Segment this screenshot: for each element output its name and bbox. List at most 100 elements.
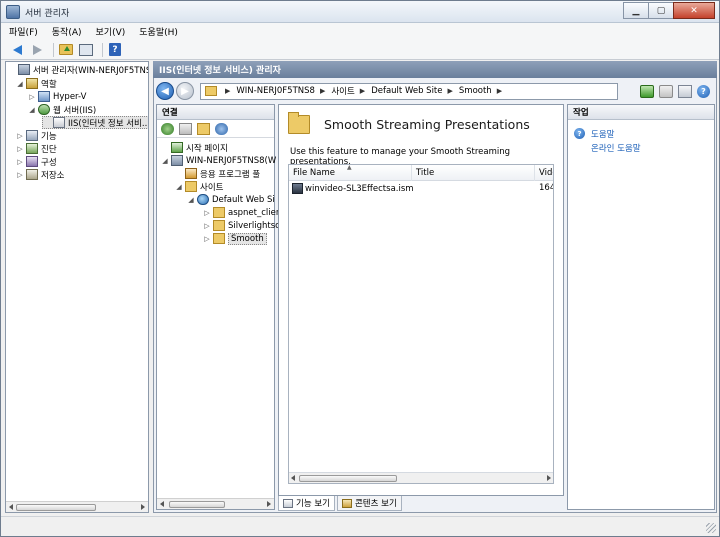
console-tree-icon (79, 43, 93, 56)
iis-manager-frame: ◀ ▶ ▶ WIN-NERJ0F5TNS8 ▶ 사이트 ▶ Default We… (153, 78, 717, 513)
maximize-button[interactable]: ▢ (648, 2, 674, 19)
caption-buttons: ▁ ▢ ✕ (623, 2, 715, 19)
server-manager-window: 서버 관리자 ▁ ▢ ✕ 파일(F) 동작(A) 보기(V) 도움말(H) ? … (0, 0, 720, 537)
conn-item-silverlight[interactable]: ▷ Silverlightsc (203, 219, 280, 232)
tree-item-diagnostics[interactable]: ▷ 진단 (16, 142, 57, 155)
breadcrumb-separator[interactable]: ▶ (320, 87, 325, 95)
column-file-name[interactable]: ▲ File Name (289, 165, 412, 181)
tab-content-view[interactable]: 콘텐츠 보기 (336, 496, 402, 511)
tree-expander[interactable]: ▷ (28, 93, 36, 101)
connect-icon[interactable] (161, 122, 174, 135)
help-button[interactable]: ? (107, 43, 123, 57)
tree-expander[interactable]: ◢ (187, 196, 195, 204)
save-icon[interactable] (179, 122, 192, 135)
features-icon (26, 130, 38, 141)
tree-item-roles[interactable]: ◢ 역할 (16, 77, 57, 90)
forward-button[interactable] (29, 43, 45, 57)
connections-horizontal-scrollbar[interactable] (157, 498, 274, 509)
column-title[interactable]: Title (412, 165, 535, 181)
menu-help[interactable]: 도움말(H) (139, 25, 178, 38)
conn-item-start-page[interactable]: 시작 페이지 (161, 141, 228, 154)
maximize-icon: ▢ (656, 5, 666, 16)
file-name-text: winvideo-SL3Effectsa.ism (305, 183, 414, 194)
conn-item-default-web-site[interactable]: ◢ Default Web Si (187, 193, 275, 206)
folder-up-icon (59, 44, 73, 55)
tree-expander[interactable]: ▷ (203, 209, 211, 217)
presentations-list[interactable]: ▲ File Name Title Vide winvideo-SL3Effec… (288, 164, 554, 484)
tab-features-view[interactable]: 기능 보기 (278, 496, 335, 511)
menu-file[interactable]: 파일(F) (9, 25, 38, 38)
tree-expander[interactable]: ◢ (28, 106, 36, 114)
scroll-thumb[interactable] (16, 504, 96, 511)
close-button[interactable]: ✕ (673, 2, 715, 19)
breadcrumb-separator[interactable]: ▶ (448, 87, 453, 95)
tree-item-configuration[interactable]: ▷ 구성 (16, 155, 57, 168)
tree-item-hyperv[interactable]: ▷ Hyper-V (28, 90, 86, 103)
scroll-right-icon[interactable] (547, 475, 551, 481)
column-video[interactable]: Vide (535, 165, 553, 181)
refresh-icon[interactable] (640, 84, 654, 98)
tree-expander[interactable]: ▷ (203, 222, 211, 230)
iis-forward-button[interactable]: ▶ (176, 82, 194, 100)
table-row[interactable]: winvideo-SL3Effectsa.ism 164 (289, 182, 553, 196)
tree-item-iis-manager[interactable]: IIS(인터넷 정보 서비... (42, 116, 148, 129)
address-bar: ◀ ▶ ▶ WIN-NERJ0F5TNS8 ▶ 사이트 ▶ Default We… (154, 80, 716, 102)
minimize-button[interactable]: ▁ (623, 2, 649, 19)
scroll-right-icon[interactable] (141, 504, 145, 510)
tree-expander[interactable]: ▷ (16, 132, 24, 140)
tree-item-web-server[interactable]: ◢ 웹 서버(IIS) (28, 103, 96, 116)
tree-item-server-manager[interactable]: 서버 관리자(WIN-NERJ0F5TNS8) (8, 63, 148, 76)
tree-expander[interactable]: ◢ (16, 80, 24, 88)
tree-expander[interactable]: ▷ (203, 235, 211, 243)
breadcrumb-separator[interactable]: ▶ (360, 87, 365, 95)
window-title: 서버 관리자 (25, 9, 70, 19)
breadcrumb-separator[interactable]: ▶ (225, 87, 230, 95)
conn-item-server[interactable]: ◢ WIN-NERJ0F5TNS8(W (161, 154, 276, 167)
help-icon[interactable]: ? (697, 84, 710, 98)
scroll-left-icon[interactable] (160, 501, 164, 507)
list-horizontal-scrollbar[interactable] (289, 472, 553, 483)
scroll-right-icon[interactable] (267, 501, 271, 507)
breadcrumb-smooth[interactable]: Smooth (459, 86, 492, 96)
back-button[interactable] (9, 43, 25, 57)
breadcrumb-separator[interactable]: ▶ (497, 87, 502, 95)
breadcrumb-sites[interactable]: 사이트 (331, 85, 354, 97)
iis-back-button[interactable]: ◀ (156, 82, 174, 100)
show-hide-tree-button[interactable] (78, 43, 94, 57)
action-help[interactable]: 도움말 (591, 128, 614, 140)
stop-icon[interactable] (659, 84, 673, 98)
conn-item-smooth[interactable]: ▷ Smooth (203, 232, 267, 245)
up-folder-button[interactable] (58, 43, 74, 57)
folder-icon (213, 220, 225, 231)
conn-item-sites[interactable]: ◢ 사이트 (175, 180, 223, 193)
scroll-left-icon[interactable] (9, 504, 13, 510)
breadcrumb-server[interactable]: WIN-NERJ0F5TNS8 (236, 86, 315, 96)
tree-item-features[interactable]: ▷ 기능 (16, 129, 57, 142)
action-online-help[interactable]: 온라인 도움말 (591, 142, 641, 154)
conn-item-aspnet-client[interactable]: ▷ aspnet_clier (203, 206, 279, 219)
breadcrumb[interactable]: ▶ WIN-NERJ0F5TNS8 ▶ 사이트 ▶ Default Web Si… (200, 82, 618, 100)
tree-expander[interactable]: ▷ (16, 145, 24, 153)
menu-view[interactable]: 보기(V) (96, 25, 126, 38)
home-icon[interactable] (678, 84, 692, 98)
tree-expander[interactable]: ◢ (175, 183, 183, 191)
tree-expander[interactable]: ▷ (16, 158, 24, 166)
view-tabs: 기능 보기 콘텐츠 보기 (278, 496, 404, 512)
conn-item-app-pools[interactable]: 응용 프로그램 풀 (175, 167, 260, 180)
server-manager-tree[interactable]: 서버 관리자(WIN-NERJ0F5TNS8) ◢ 역할 ▷ Hyper-V ◢… (5, 61, 149, 513)
title-bar[interactable]: 서버 관리자 ▁ ▢ ✕ (1, 1, 719, 23)
tree-item-storage[interactable]: ▷ 저장소 (16, 168, 64, 181)
up-level-icon[interactable] (197, 122, 210, 135)
tree-horizontal-scrollbar[interactable] (6, 501, 148, 512)
scroll-left-icon[interactable] (291, 475, 295, 481)
resize-grip-icon[interactable] (706, 523, 716, 533)
menu-action[interactable]: 동작(A) (52, 25, 82, 38)
scroll-thumb[interactable] (169, 501, 225, 508)
scroll-thumb[interactable] (299, 475, 397, 482)
breadcrumb-default-web-site[interactable]: Default Web Site (371, 86, 442, 96)
tree-expander[interactable]: ▷ (16, 171, 24, 179)
disconnect-icon[interactable] (215, 122, 228, 135)
tree-expander[interactable]: ◢ (161, 157, 169, 165)
iis-manager-header: IIS(인터넷 정보 서비스) 관리자 (153, 61, 717, 78)
tree-item-label: Smooth (228, 232, 267, 245)
